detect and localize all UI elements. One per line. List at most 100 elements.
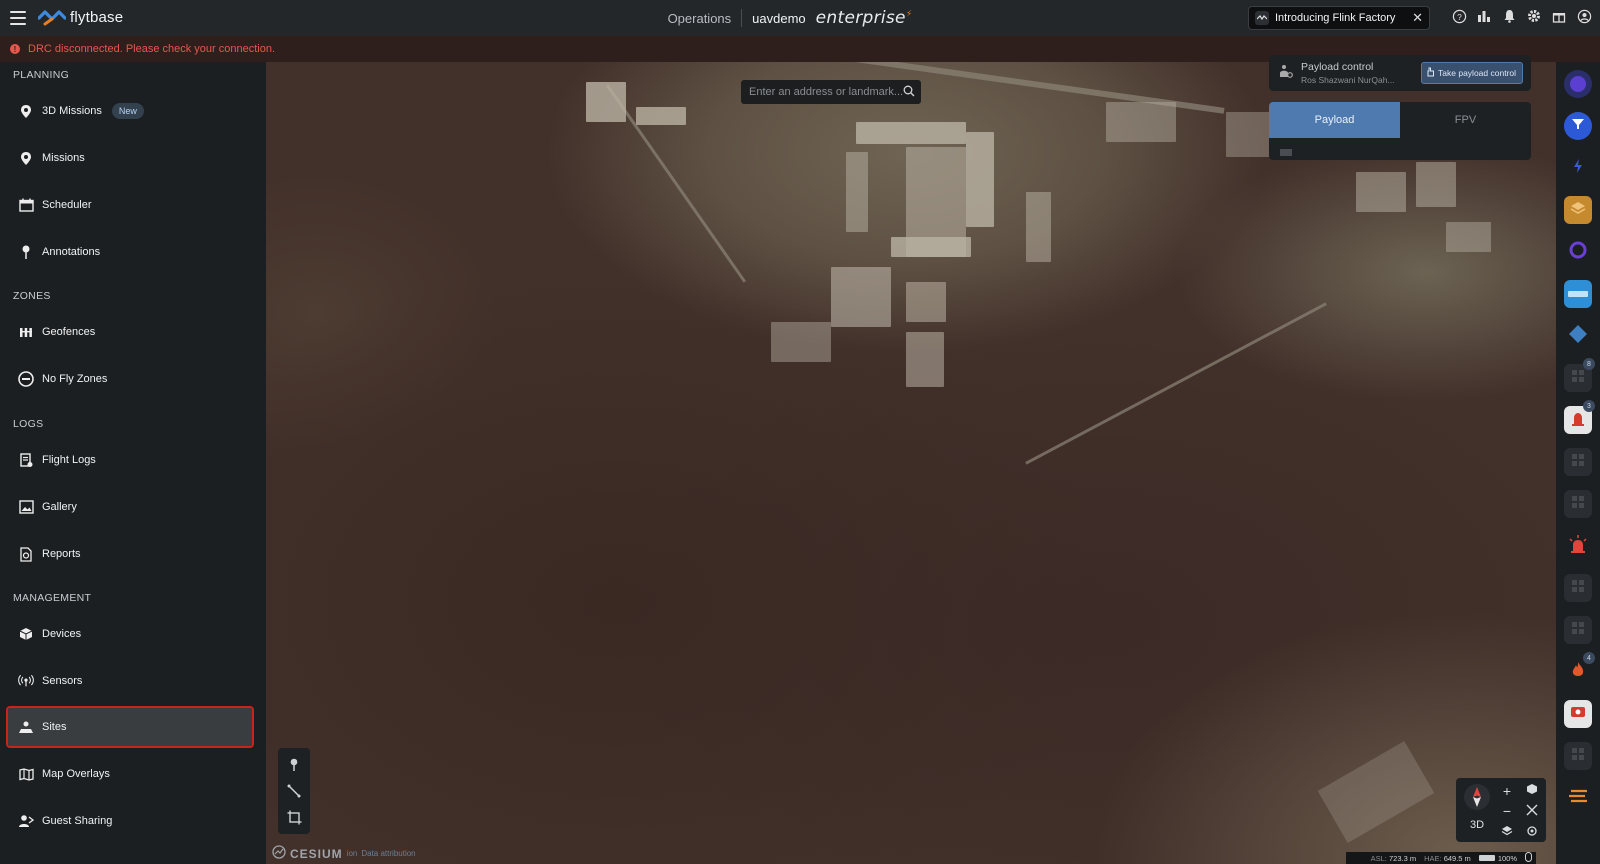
stripes-logo-icon bbox=[1567, 788, 1589, 809]
search-icon[interactable] bbox=[903, 85, 915, 100]
map-building bbox=[1416, 162, 1456, 207]
sidebar-item-label: Scheduler bbox=[42, 199, 92, 211]
sidebar-item-label: Flight Logs bbox=[42, 454, 96, 466]
flytbase-logo-icon bbox=[38, 9, 66, 25]
rail-item-app-14[interactable] bbox=[1564, 616, 1592, 644]
map-viewport[interactable]: Enter an address or landmark... bbox=[266, 62, 1556, 864]
search-placeholder: Enter an address or landmark... bbox=[749, 86, 904, 98]
rail-item-app-8[interactable]: 8 bbox=[1564, 358, 1595, 392]
ring-icon bbox=[1569, 241, 1587, 264]
gear-icon[interactable] bbox=[1526, 8, 1542, 24]
site-icon bbox=[18, 719, 34, 735]
layers-logo-icon bbox=[1570, 201, 1586, 220]
sidebar-item-missions[interactable]: Missions bbox=[8, 139, 252, 177]
recenter-icon[interactable] bbox=[1525, 824, 1539, 838]
sidebar-item-label: Sensors bbox=[42, 675, 83, 687]
org-name[interactable]: uavdemo bbox=[752, 11, 805, 26]
rail-item-app-18[interactable] bbox=[1564, 784, 1592, 812]
cesium-logo-icon bbox=[272, 845, 286, 862]
sidebar-item-devices[interactable]: Devices bbox=[8, 615, 252, 653]
camera-icon bbox=[1279, 144, 1293, 160]
rail-item-app-3[interactable] bbox=[1564, 154, 1592, 182]
rail-item-app-9[interactable]: 3 bbox=[1564, 400, 1595, 434]
rail-item-app-2[interactable] bbox=[1564, 112, 1592, 140]
zoom-out-button[interactable]: − bbox=[1498, 802, 1516, 819]
user-avatar-icon[interactable] bbox=[1576, 8, 1592, 24]
sidebar-item-label: Devices bbox=[42, 628, 82, 640]
close-icon[interactable]: ✕ bbox=[1412, 10, 1423, 26]
view-mode-toggle[interactable]: 3D bbox=[1462, 814, 1492, 836]
announcement-banner[interactable]: Introducing Flink Factory ✕ bbox=[1248, 6, 1430, 30]
bell-icon[interactable] bbox=[1501, 8, 1517, 24]
grid-icon bbox=[1571, 453, 1585, 472]
sidebar-item-flight-logs[interactable]: Flight Logs bbox=[8, 441, 252, 479]
rail-item-app-17[interactable] bbox=[1564, 742, 1592, 770]
sidebar-item-no-fly-zones[interactable]: No Fly Zones bbox=[8, 360, 252, 398]
map-building bbox=[966, 132, 994, 227]
filter-icon bbox=[1571, 117, 1585, 135]
rail-badge: 4 bbox=[1583, 652, 1595, 664]
brand-logo[interactable]: flytbase bbox=[38, 9, 123, 26]
map-building bbox=[1446, 222, 1491, 252]
sidebar-item-scheduler[interactable]: Scheduler bbox=[8, 186, 252, 224]
rail-item-app-12[interactable] bbox=[1564, 532, 1592, 560]
map-building bbox=[1106, 102, 1176, 142]
header-actions: ? bbox=[1451, 8, 1592, 24]
rail-item-app-10[interactable] bbox=[1564, 448, 1592, 476]
cesium-ion: ion bbox=[346, 849, 358, 858]
sidebar-item-guest-sharing[interactable]: Guest Sharing bbox=[8, 802, 252, 840]
rail-item-app-1[interactable] bbox=[1564, 70, 1592, 98]
rail-item-app-16[interactable] bbox=[1564, 700, 1592, 728]
alert-icon: ! bbox=[10, 44, 20, 54]
rail-item-app-15[interactable]: 4 bbox=[1564, 652, 1595, 686]
rail-item-app-7[interactable] bbox=[1564, 322, 1592, 350]
cube-icon bbox=[18, 626, 34, 642]
zoom-in-button[interactable]: + bbox=[1498, 782, 1516, 799]
rail-item-app-13[interactable] bbox=[1564, 574, 1592, 602]
rail-item-app-4[interactable] bbox=[1564, 196, 1592, 224]
help-icon[interactable]: ? bbox=[1451, 8, 1467, 24]
gift-icon[interactable] bbox=[1551, 8, 1567, 24]
fullscreen-icon[interactable] bbox=[1525, 803, 1539, 817]
fence-icon bbox=[18, 324, 34, 340]
compass-icon[interactable] bbox=[1464, 784, 1490, 810]
cube-view-icon[interactable] bbox=[1525, 782, 1539, 796]
sidebar-item-3d-missions[interactable]: 3D Missions New bbox=[8, 92, 252, 130]
polygon-tool-icon[interactable] bbox=[285, 808, 303, 826]
analytics-icon[interactable] bbox=[1476, 8, 1492, 24]
sidebar-item-geofences[interactable]: Geofences bbox=[8, 313, 252, 351]
sidebar-item-label: Sites bbox=[42, 721, 67, 733]
payload-control-title: Payload control bbox=[1301, 61, 1374, 73]
layers-icon[interactable] bbox=[1498, 822, 1516, 839]
cesium-brand: CESIUM bbox=[290, 846, 343, 861]
menu-icon[interactable] bbox=[10, 11, 26, 25]
marker-tool-icon[interactable] bbox=[285, 756, 303, 774]
app-wordmark-icon bbox=[1568, 291, 1588, 297]
take-payload-control-button[interactable]: Take payload control bbox=[1421, 62, 1523, 84]
cesium-attribution[interactable]: CESIUM ion Data attribution bbox=[272, 845, 416, 862]
sidebar-item-annotations[interactable]: Annotations bbox=[8, 233, 252, 271]
sidebar-item-reports[interactable]: Reports bbox=[8, 535, 252, 573]
data-attribution-link[interactable]: Data attribution bbox=[361, 849, 415, 858]
sidebar-item-label: Geofences bbox=[42, 326, 96, 338]
rail-item-app-5[interactable] bbox=[1564, 238, 1592, 266]
sidebar-item-gallery[interactable]: Gallery bbox=[8, 488, 252, 526]
battery-value: 100% bbox=[1497, 853, 1517, 863]
sidebar-item-sites[interactable]: Sites bbox=[6, 706, 254, 748]
tab-fpv[interactable]: FPV bbox=[1400, 102, 1531, 138]
sidebar-item-sensors[interactable]: Sensors bbox=[8, 662, 252, 700]
bolt-icon bbox=[1572, 158, 1584, 179]
rail-item-app-6[interactable] bbox=[1564, 280, 1592, 308]
diamond-icon bbox=[1568, 324, 1588, 349]
map-extra-controls bbox=[1518, 778, 1546, 842]
header-divider bbox=[741, 9, 743, 27]
section-title[interactable]: Operations bbox=[668, 11, 732, 26]
section-title-zones: ZONES bbox=[13, 290, 51, 302]
map-search-input[interactable]: Enter an address or landmark... bbox=[741, 80, 921, 104]
edition-label: enterprise⚡ bbox=[815, 8, 913, 28]
rail-item-app-11[interactable] bbox=[1564, 490, 1592, 518]
sidebar-item-map-overlays[interactable]: Map Overlays bbox=[8, 755, 252, 793]
tab-payload[interactable]: Payload bbox=[1269, 102, 1400, 138]
alarm-icon bbox=[1571, 410, 1585, 431]
line-tool-icon[interactable] bbox=[285, 782, 303, 800]
